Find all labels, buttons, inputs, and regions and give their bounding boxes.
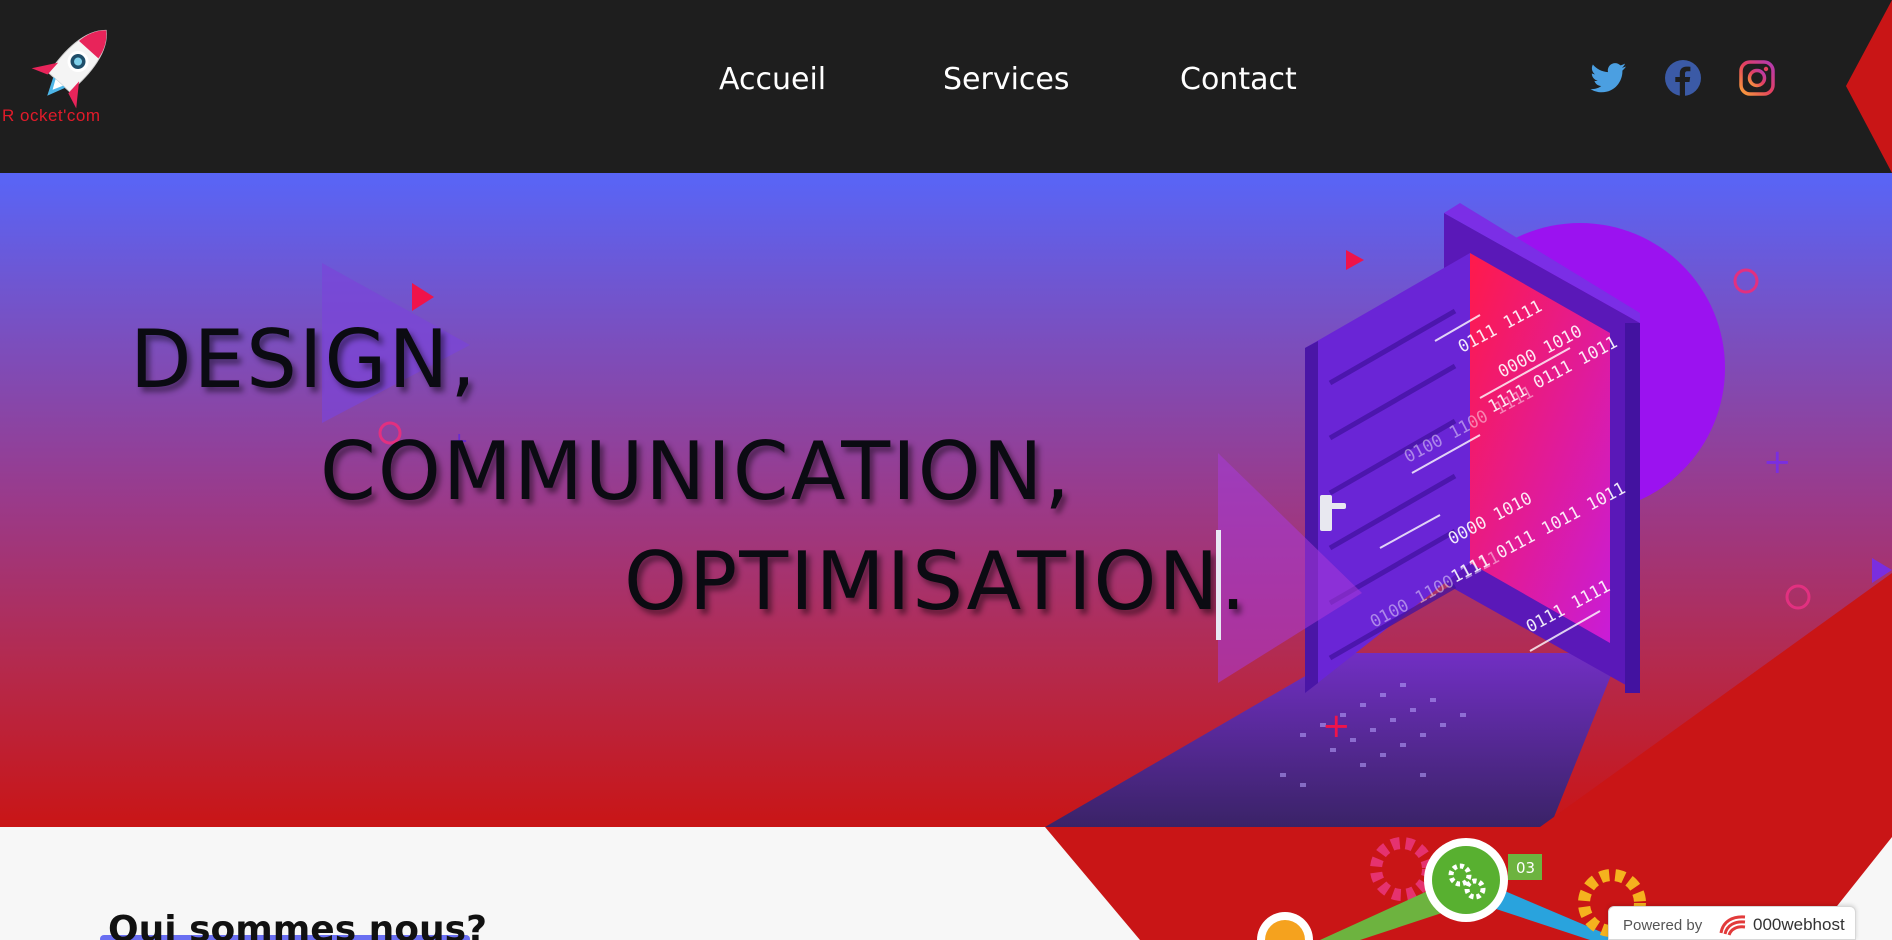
corner-decoration [1846, 0, 1892, 173]
facebook-icon[interactable] [1663, 58, 1703, 98]
twitter-icon[interactable] [1588, 58, 1628, 98]
nav-link-contact[interactable]: Contact [1180, 62, 1297, 97]
hero-headline-line-1: DESIGN, [130, 313, 478, 406]
about-title: Qui sommes nous? [108, 909, 487, 940]
svg-text:+: + [1322, 706, 1351, 746]
step-number-label: 03 [1516, 859, 1535, 877]
hero-headline-line-2: COMMUNICATION, [320, 425, 1072, 518]
logo-text: R ocket'com [2, 106, 101, 125]
webhost-logo-icon [1719, 915, 1746, 936]
navbar: R ocket'com Accueil Services Contact [0, 0, 1892, 173]
nav-link-services[interactable]: Services [943, 62, 1070, 97]
typing-cursor [1216, 530, 1221, 640]
hero-headline-line-3: OPTIMISATION. [624, 535, 1248, 628]
nav-link-accueil[interactable]: Accueil [719, 62, 826, 97]
badge-powered-label: Powered by [1623, 917, 1703, 934]
badge-brand-label: 000webhost [1753, 915, 1845, 934]
hosting-badge[interactable]: Powered by 000webhost [1608, 906, 1856, 940]
svg-text:+: + [1763, 442, 1792, 482]
rocket-logo-icon[interactable] [14, 16, 124, 150]
hero-section: + 0111 1111 0000 1010 1111 0111 1011 010… [0, 173, 1892, 827]
instagram-icon[interactable] [1737, 58, 1777, 98]
